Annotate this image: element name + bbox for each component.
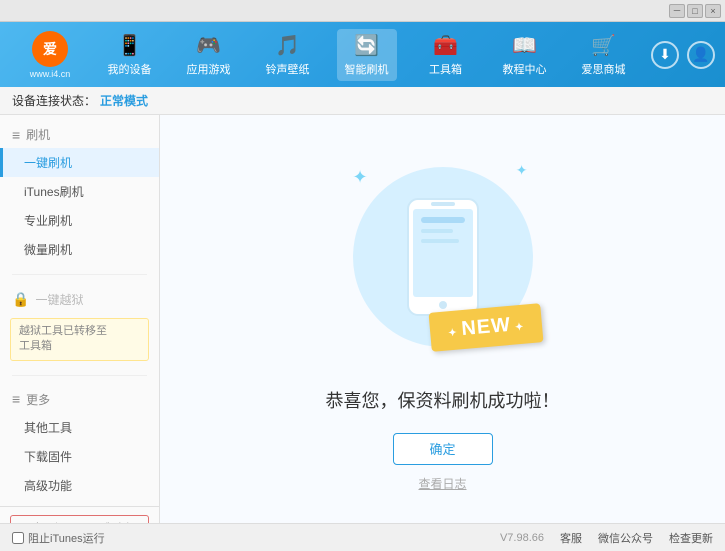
itunes-flash-label: iTunes刷机 <box>24 185 84 199</box>
main-content: ≡ 刷机 一键刷机 iTunes刷机 专业刷机 微量刷机 🔒 一键越狱 <box>0 115 725 523</box>
download-firmware-label: 下载固件 <box>24 450 72 464</box>
nav-apps-games-label: 应用游戏 <box>187 61 231 77</box>
close-button[interactable]: × <box>705 4 721 18</box>
lock-icon: 🔒 <box>12 291 29 308</box>
jailbreak-section-label: 一键越狱 <box>35 291 83 308</box>
status-label: 设备连接状态： <box>12 92 96 109</box>
nav-ringtones[interactable]: 🎵 铃声壁纸 <box>258 29 318 81</box>
logo-subtitle: www.i4.cn <box>30 69 71 79</box>
bottom-bar: 阻止iTunes运行 V7.98.66 客服 微信公众号 检查更新 <box>0 523 725 551</box>
shop-icon: 🛒 <box>591 33 616 58</box>
ringtones-icon: 🎵 <box>275 33 300 58</box>
sidebar-item-itunes-flash[interactable]: iTunes刷机 <box>0 177 159 206</box>
nav-right-actions: ⬇ 👤 <box>651 41 715 69</box>
header: 爱 www.i4.cn 📱 我的设备 🎮 应用游戏 🎵 铃声壁纸 🔄 智能刷机 … <box>0 22 725 87</box>
sidebar-section-flash-title: ≡ 刷机 <box>0 121 159 148</box>
flash-section-icon: ≡ <box>12 127 20 143</box>
tutorial-icon: 📖 <box>512 33 537 58</box>
more-section-label: 更多 <box>26 391 50 408</box>
minimize-button[interactable]: － <box>669 4 685 18</box>
smart-flash-icon: 🔄 <box>354 33 379 58</box>
logo-area: 爱 www.i4.cn <box>10 31 90 79</box>
version-text: V7.98.66 <box>500 532 544 544</box>
sidebar-section-flash: ≡ 刷机 一键刷机 iTunes刷机 专业刷机 微量刷机 <box>0 115 159 270</box>
nav-my-device[interactable]: 📱 我的设备 <box>100 29 160 81</box>
sidebar-section-jailbreak-title: 🔒 一键越狱 <box>0 285 159 314</box>
log-link[interactable]: 查看日志 <box>418 475 466 492</box>
sparkle-tr-icon: ✦ <box>516 162 528 179</box>
itunes-status-label: 阻止iTunes运行 <box>28 530 105 546</box>
nav-tutorial-label: 教程中心 <box>503 61 547 77</box>
nav-tutorial[interactable]: 📖 教程中心 <box>495 29 555 81</box>
illustration: ✦ ✦ NEW <box>333 147 553 367</box>
nav-bar: 📱 我的设备 🎮 应用游戏 🎵 铃声壁纸 🔄 智能刷机 🧰 工具箱 📖 教程中心… <box>90 29 643 81</box>
bottom-left: 阻止iTunes运行 <box>12 530 105 546</box>
sidebar-item-other-tools[interactable]: 其他工具 <box>0 413 159 442</box>
phone-illustration <box>403 197 483 317</box>
pro-flash-label: 专业刷机 <box>24 214 72 228</box>
sidebar-item-advanced[interactable]: 高级功能 <box>0 471 159 500</box>
apps-games-icon: 🎮 <box>196 33 221 58</box>
status-value: 正常模式 <box>100 92 148 109</box>
customer-service-link[interactable]: 客服 <box>560 530 582 546</box>
my-device-icon: 📱 <box>117 33 142 58</box>
one-key-flash-label: 一键刷机 <box>24 156 72 170</box>
nav-shop-label: 爱思商城 <box>582 61 626 77</box>
nav-shop[interactable]: 🛒 爱思商城 <box>574 29 634 81</box>
status-bar: 设备连接状态： 正常模式 <box>0 87 725 115</box>
maximize-button[interactable]: □ <box>687 4 703 18</box>
advanced-label: 高级功能 <box>24 479 72 493</box>
sidebar-item-pro-flash[interactable]: 专业刷机 <box>0 206 159 235</box>
nav-my-device-label: 我的设备 <box>108 61 152 77</box>
bottom-right: V7.98.66 客服 微信公众号 检查更新 <box>500 530 713 546</box>
user-button[interactable]: 👤 <box>687 41 715 69</box>
nav-smart-flash[interactable]: 🔄 智能刷机 <box>337 29 397 81</box>
nav-smart-flash-label: 智能刷机 <box>345 61 389 77</box>
jailbreak-note: 越狱工具已转移至工具箱 <box>10 318 149 361</box>
download-button[interactable]: ⬇ <box>651 41 679 69</box>
micro-flash-label: 微量刷机 <box>24 243 72 257</box>
sidebar-item-micro-flash[interactable]: 微量刷机 <box>0 235 159 264</box>
confirm-button[interactable]: 确定 <box>393 433 493 465</box>
check-update-link[interactable]: 检查更新 <box>669 530 713 546</box>
sidebar: ≡ 刷机 一键刷机 iTunes刷机 专业刷机 微量刷机 🔒 一键越狱 <box>0 115 160 523</box>
flash-section-label: 刷机 <box>26 126 50 143</box>
sidebar-section-more-title: ≡ 更多 <box>0 386 159 413</box>
nav-ringtones-label: 铃声壁纸 <box>266 61 310 77</box>
sidebar-divider-2 <box>12 375 147 376</box>
block-itunes-checkbox[interactable] <box>12 532 24 544</box>
toolbox-icon: 🧰 <box>433 33 458 58</box>
nav-apps-games[interactable]: 🎮 应用游戏 <box>179 29 239 81</box>
sidebar-bottom: 自动解锁 跳过向导 📱 iPhone 12 mini 64GB Down-12m… <box>0 506 159 523</box>
sidebar-divider-1 <box>12 274 147 275</box>
title-bar: － □ × <box>0 0 725 22</box>
checkbox-row: 自动解锁 跳过向导 <box>10 515 149 523</box>
jailbreak-note-text: 越狱工具已转移至工具箱 <box>19 325 107 352</box>
more-section-icon: ≡ <box>12 391 20 407</box>
sparkle-tl-icon: ✦ <box>353 167 368 188</box>
sidebar-section-jailbreak: 🔒 一键越狱 越狱工具已转移至工具箱 <box>0 279 159 371</box>
sidebar-section-more: ≡ 更多 其他工具 下载固件 高级功能 <box>0 380 159 506</box>
nav-toolbox-label: 工具箱 <box>429 61 462 77</box>
sidebar-item-one-key-flash[interactable]: 一键刷机 <box>0 148 159 177</box>
logo-icon: 爱 <box>32 31 68 67</box>
center-area: ✦ ✦ NEW 恭喜您，保资料刷机成功啦！ 确定 查看日志 <box>160 115 725 523</box>
sidebar-item-download-firmware[interactable]: 下载固件 <box>0 442 159 471</box>
other-tools-label: 其他工具 <box>24 421 72 435</box>
wechat-link[interactable]: 微信公众号 <box>598 530 653 546</box>
nav-toolbox[interactable]: 🧰 工具箱 <box>416 29 476 81</box>
success-text: 恭喜您，保资料刷机成功啦！ <box>326 387 560 413</box>
